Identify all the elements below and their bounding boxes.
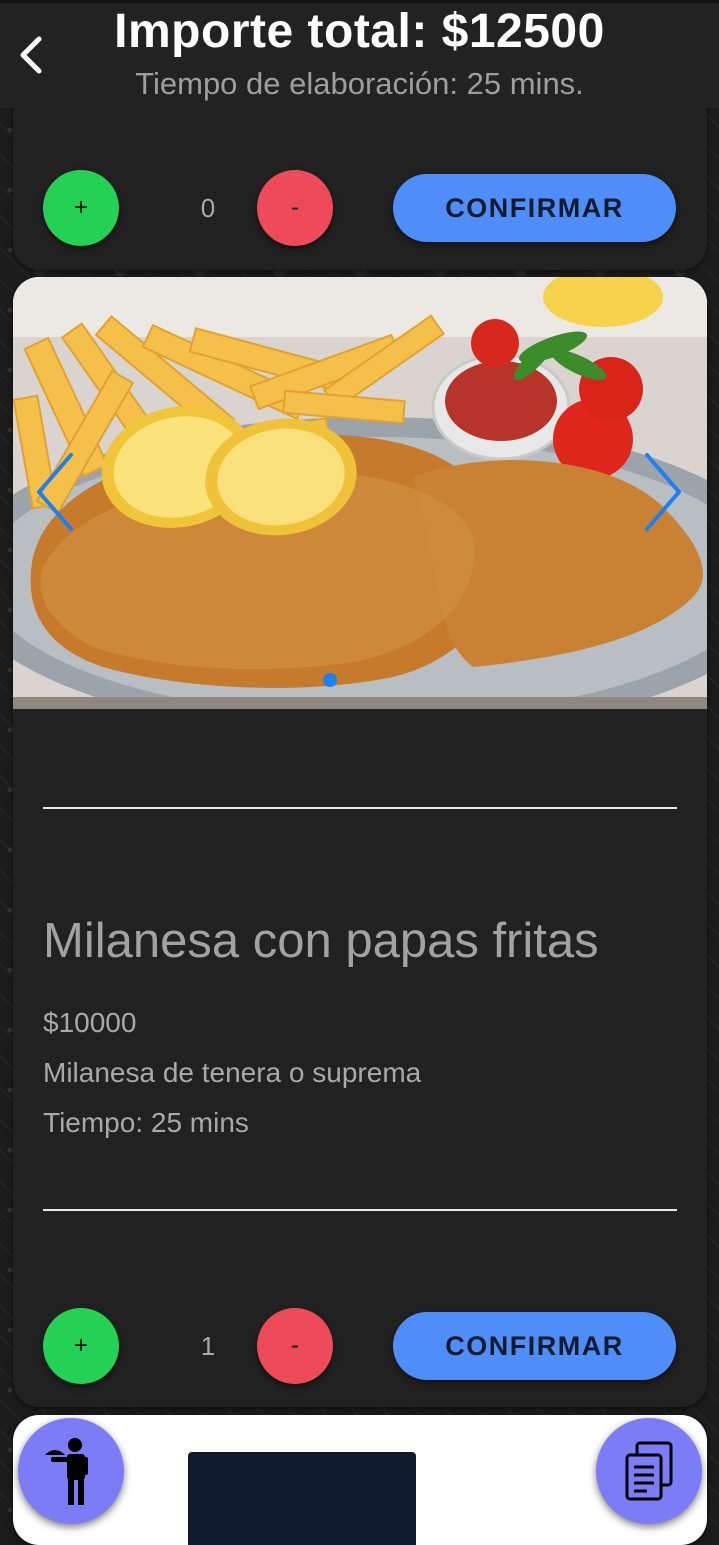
previous-product-card: + 0 - CONFIRMAR: [13, 100, 707, 270]
carousel-page-indicator[interactable]: [323, 673, 337, 687]
product-image-carousel[interactable]: [13, 277, 707, 709]
order-list-icon: [625, 1441, 673, 1501]
product-name: Milanesa con papas fritas: [43, 914, 599, 968]
next-product-image: [188, 1452, 416, 1545]
product-card: Milanesa con papas fritas $10000 Milanes…: [13, 277, 707, 1407]
quantity-value: 0: [200, 192, 216, 223]
app-header: Importe total: $12500 Tiempo de elaborac…: [0, 0, 719, 108]
confirm-button[interactable]: CONFIRMAR: [393, 1312, 676, 1380]
divider-top: [43, 807, 677, 809]
view-order-button[interactable]: [596, 1418, 702, 1524]
product-time: Tiempo: 25 mins: [43, 1107, 249, 1138]
product-price: $10000: [43, 1007, 137, 1038]
quantity-controls: + 1 - CONFIRMAR: [43, 1308, 683, 1386]
waiter-icon: [45, 1438, 88, 1505]
chevron-right-icon[interactable]: [637, 447, 687, 537]
decrease-button[interactable]: -: [257, 170, 333, 246]
divider-bottom: [43, 1209, 677, 1211]
increase-button[interactable]: +: [43, 1308, 119, 1384]
decrease-button[interactable]: -: [257, 1308, 333, 1384]
product-description: Milanesa de tenera o suprema: [43, 1057, 422, 1088]
quantity-value: 1: [200, 1330, 216, 1361]
status-line: [0, 0, 719, 3]
confirm-button[interactable]: CONFIRMAR: [393, 174, 676, 242]
call-waiter-button[interactable]: [18, 1418, 124, 1524]
total-amount-title: Importe total: $12500: [114, 5, 605, 58]
chevron-left-icon[interactable]: [31, 447, 81, 537]
preparation-time-subtitle: Tiempo de elaboración: 25 mins.: [135, 66, 584, 101]
increase-button[interactable]: +: [43, 170, 119, 246]
quantity-controls: + 0 - CONFIRMAR: [43, 170, 683, 248]
food-photo: [13, 277, 707, 709]
